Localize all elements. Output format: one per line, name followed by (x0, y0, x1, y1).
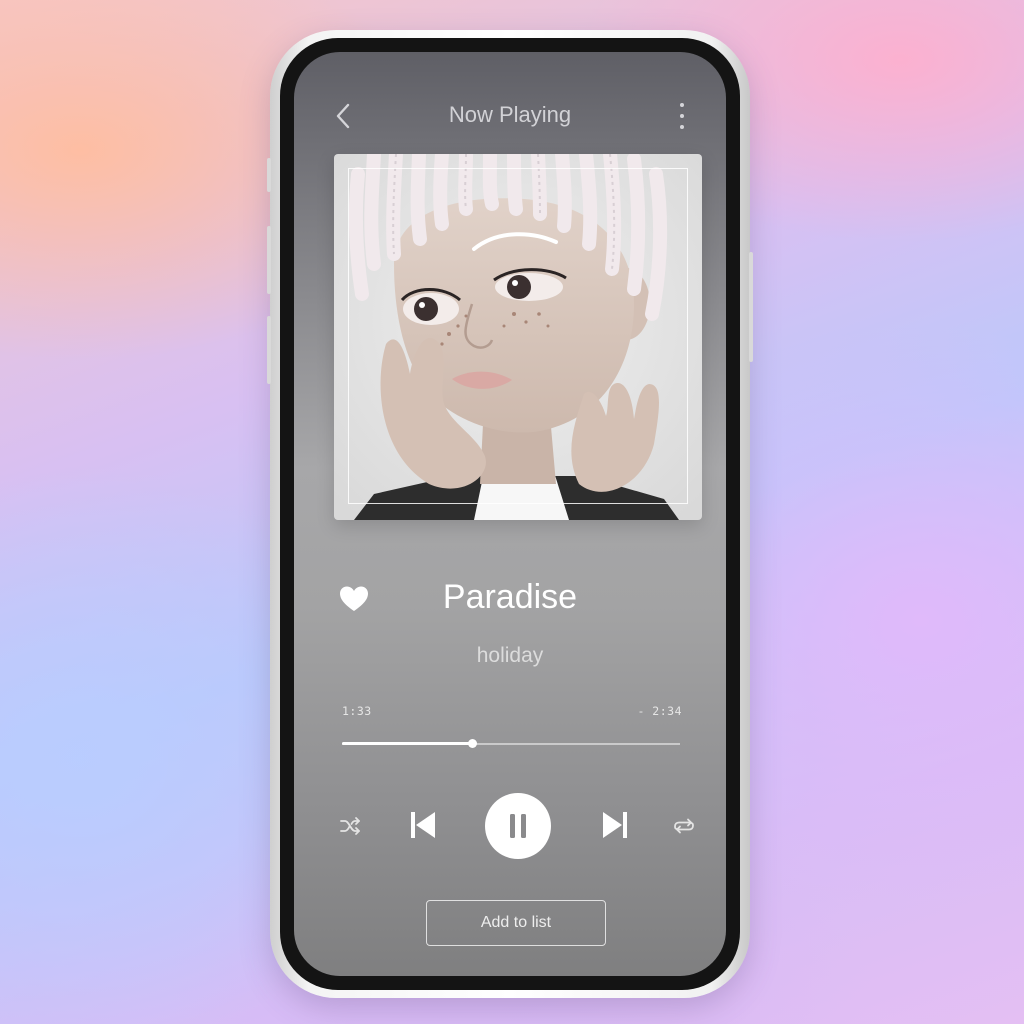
silent-switch (267, 158, 271, 192)
elapsed-time: 1:33 (342, 704, 372, 718)
skip-next-icon (603, 812, 627, 838)
add-to-list-button[interactable]: Add to list (426, 900, 606, 946)
pause-button[interactable] (485, 793, 551, 859)
power-button (749, 252, 753, 362)
repeat-icon (674, 818, 694, 834)
volume-down-button (267, 316, 271, 384)
album-art (334, 154, 702, 520)
progress-fill (342, 742, 473, 745)
next-button[interactable] (600, 809, 630, 841)
skip-previous-icon (411, 812, 435, 838)
phone-bezel: Now Playing Paradise holiday 1:33 - 2:34… (280, 38, 740, 990)
progress-slider[interactable] (342, 734, 680, 754)
previous-button[interactable] (408, 809, 438, 841)
album-frame-border (348, 168, 688, 504)
remaining-time: - 2:34 (637, 704, 682, 718)
player-screen: Now Playing Paradise holiday 1:33 - 2:34… (294, 52, 726, 976)
phone-frame: Now Playing Paradise holiday 1:33 - 2:34… (267, 30, 753, 998)
shuffle-button[interactable] (338, 814, 362, 838)
shuffle-icon (340, 817, 360, 835)
song-title: Paradise (442, 578, 578, 616)
progress-thumb[interactable] (467, 739, 477, 748)
volume-up-button (267, 226, 271, 294)
repeat-button[interactable] (672, 814, 696, 838)
song-artist: holiday (476, 644, 544, 667)
page-title: Now Playing (448, 102, 572, 127)
top-bar: Now Playing (294, 96, 726, 136)
more-vertical-icon (680, 103, 684, 129)
more-options-button[interactable] (672, 100, 692, 132)
pause-icon (510, 814, 526, 838)
